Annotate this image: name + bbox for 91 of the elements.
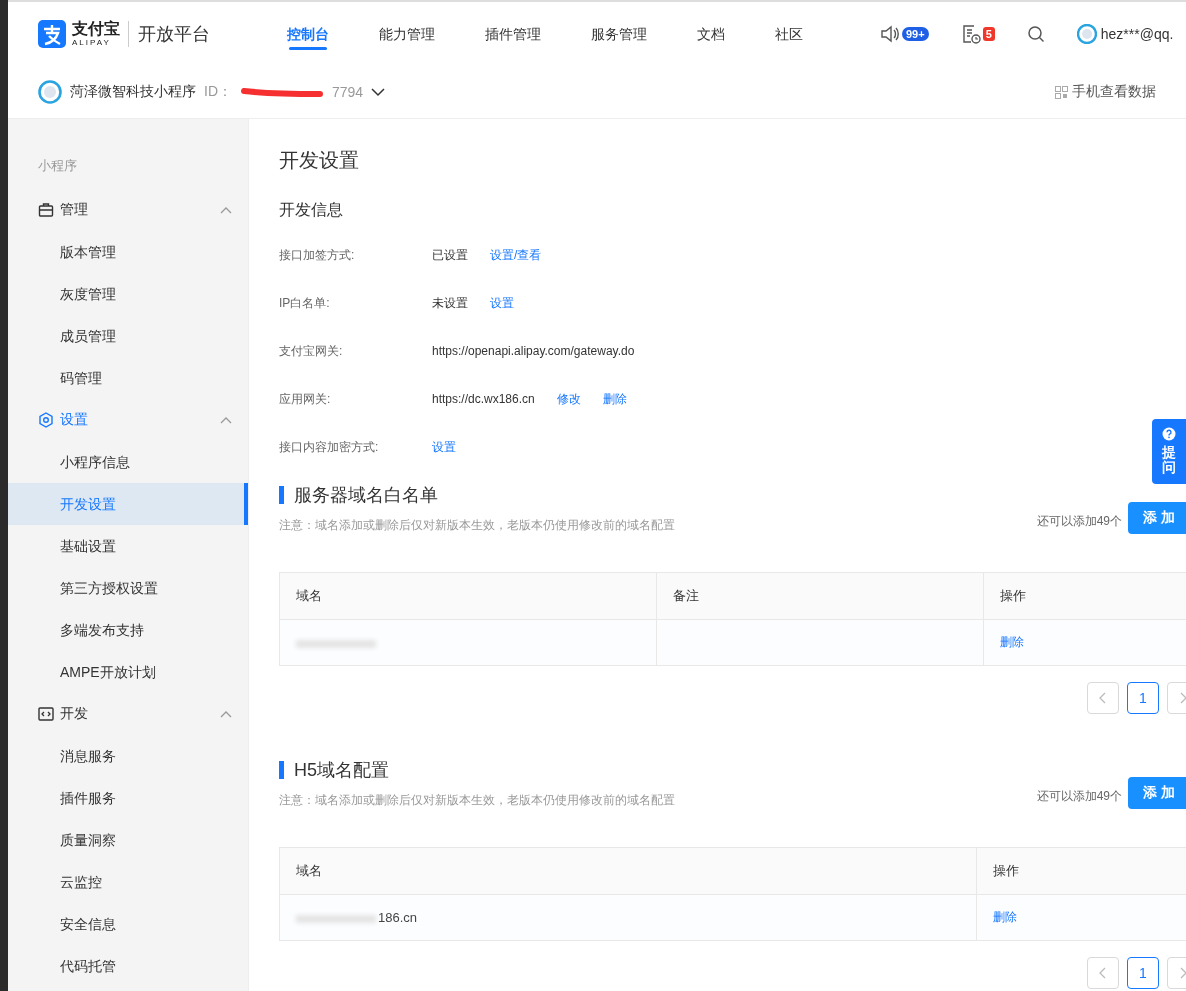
section-title: 服务器域名白名单 <box>294 484 438 507</box>
chevron-left-icon <box>1099 967 1107 979</box>
section-title: 开发信息 <box>279 200 344 220</box>
page-button[interactable]: 1 <box>1127 957 1159 989</box>
nav-tab[interactable]: 社区 <box>750 2 828 66</box>
sidebar-heading: 小程序 <box>37 157 78 175</box>
settings-icon <box>38 412 54 428</box>
field-value: https://dc.wx186.cn <box>432 392 535 406</box>
sidebar-item[interactable]: 插件服务 <box>8 777 248 819</box>
sidebar-item[interactable]: 第三方授权设置 <box>8 567 248 609</box>
sidebar-item[interactable]: 安全信息 <box>8 903 248 945</box>
table-cell: 186.cn <box>279 894 977 941</box>
action-link[interactable]: 设置 <box>432 438 456 456</box>
code-icon <box>38 706 54 722</box>
sidebar-item[interactable]: 基础设置 <box>8 525 248 567</box>
app-id-tail: 7794 <box>332 84 364 100</box>
sidebar-item[interactable]: 代码托管 <box>8 945 248 987</box>
notification-badge: 99+ <box>902 27 929 41</box>
column-header: 备注 <box>656 572 984 620</box>
nav-tab[interactable]: 插件管理 <box>460 2 566 66</box>
user-account[interactable]: hez***@qq. <box>1100 26 1174 42</box>
sidebar-item[interactable]: 灰度管理 <box>8 273 248 315</box>
nav-tab[interactable]: 服务管理 <box>566 2 672 66</box>
sidebar-item[interactable]: 质量洞察 <box>8 819 248 861</box>
chevron-up-icon[interactable] <box>220 710 232 718</box>
delete-link[interactable]: 删除 <box>1000 635 1024 649</box>
sidebar-item[interactable]: 多端发布支持 <box>8 609 248 651</box>
delete-link[interactable]: 删除 <box>993 910 1017 924</box>
chevron-up-icon[interactable] <box>220 206 232 214</box>
remaining-count: 还可以添加49个 <box>1036 788 1122 805</box>
chevron-right-icon <box>1179 967 1186 979</box>
field-label: IP白名单: <box>279 294 331 312</box>
field-value: 已设置 <box>432 246 468 264</box>
action-link[interactable]: 修改 <box>556 390 581 408</box>
sidebar-item[interactable]: AMPE开放计划 <box>8 651 248 693</box>
field-value: https://openapi.alipay.com/gateway.do <box>432 344 635 358</box>
action-link[interactable]: 设置/查看 <box>490 246 542 264</box>
brand-name: 支付宝 <box>72 21 120 37</box>
sidebar-item[interactable]: 云监控 <box>8 861 248 903</box>
chevron-left-icon <box>1099 692 1107 704</box>
note-text: 注意：域名添加或删除后仅对新版本生效，老版本仍使用修改前的域名配置 <box>279 517 676 534</box>
brand-subtitle: ALIPAY <box>72 39 112 47</box>
column-header: 域名 <box>279 572 657 620</box>
sidebar-group[interactable]: 开发 <box>8 693 248 735</box>
speaker-icon[interactable] <box>880 25 900 43</box>
chevron-down-icon[interactable] <box>371 87 386 97</box>
nav-tab[interactable]: 文档 <box>672 2 750 66</box>
column-header: 域名 <box>279 847 977 895</box>
section-title: H5域名配置 <box>294 759 389 782</box>
nav-tab[interactable]: 能力管理 <box>354 2 460 66</box>
field-label: 应用网关: <box>279 390 332 408</box>
action-link[interactable]: 删除 <box>602 390 627 408</box>
sidebar-item[interactable]: 码管理 <box>8 357 248 399</box>
sidebar-item[interactable]: 小程序信息 <box>8 441 248 483</box>
avatar-icon[interactable] <box>1076 24 1097 44</box>
field-value: 未设置 <box>432 294 468 312</box>
column-header: 操作 <box>976 847 1186 895</box>
task-list-icon[interactable] <box>960 24 981 44</box>
note-text: 注意：域名添加或删除后仅对新版本生效，老版本仍使用修改前的域名配置 <box>279 792 676 809</box>
previous-page-button[interactable] <box>1087 682 1119 714</box>
sidebar-item[interactable]: 成员管理 <box>8 315 248 357</box>
section-marker <box>279 761 284 779</box>
chevron-up-icon[interactable] <box>220 416 232 424</box>
search-icon[interactable] <box>1026 25 1045 43</box>
qr-code-icon[interactable] <box>1055 85 1068 99</box>
nav-tab[interactable]: 控制台 <box>262 2 354 66</box>
sidebar-group[interactable]: 管理 <box>8 189 248 231</box>
help-tab[interactable]: 提问 <box>1152 419 1186 484</box>
app-id-label: ID： <box>204 83 232 101</box>
question-icon <box>1162 427 1176 441</box>
sidebar-item[interactable]: 版本管理 <box>8 231 248 273</box>
mobile-data-link[interactable]: 手机查看数据 <box>1072 83 1156 101</box>
field-label: 接口内容加密方式: <box>279 438 380 456</box>
page-button[interactable]: 1 <box>1127 682 1159 714</box>
chevron-right-icon <box>1179 692 1186 704</box>
task-badge: 5 <box>982 27 995 41</box>
column-header: 操作 <box>983 572 1186 620</box>
section-marker <box>279 486 284 504</box>
sidebar-group[interactable]: 设置 <box>8 399 248 441</box>
alipay-logo-icon <box>38 20 66 48</box>
action-link[interactable]: 设置 <box>490 294 514 312</box>
app-avatar-icon <box>38 80 62 104</box>
previous-page-button[interactable] <box>1087 957 1119 989</box>
platform-name: 开放平台 <box>138 23 210 46</box>
remaining-count: 还可以添加49个 <box>1036 513 1122 530</box>
page-title: 开发设置 <box>279 148 360 173</box>
field-label: 接口加签方式: <box>279 246 356 264</box>
field-label: 支付宝网关: <box>279 342 344 360</box>
briefcase-icon <box>38 202 54 218</box>
app-name: 菏泽微智科技小程序 <box>70 83 196 101</box>
sidebar-item[interactable]: 消息服务 <box>8 735 248 777</box>
